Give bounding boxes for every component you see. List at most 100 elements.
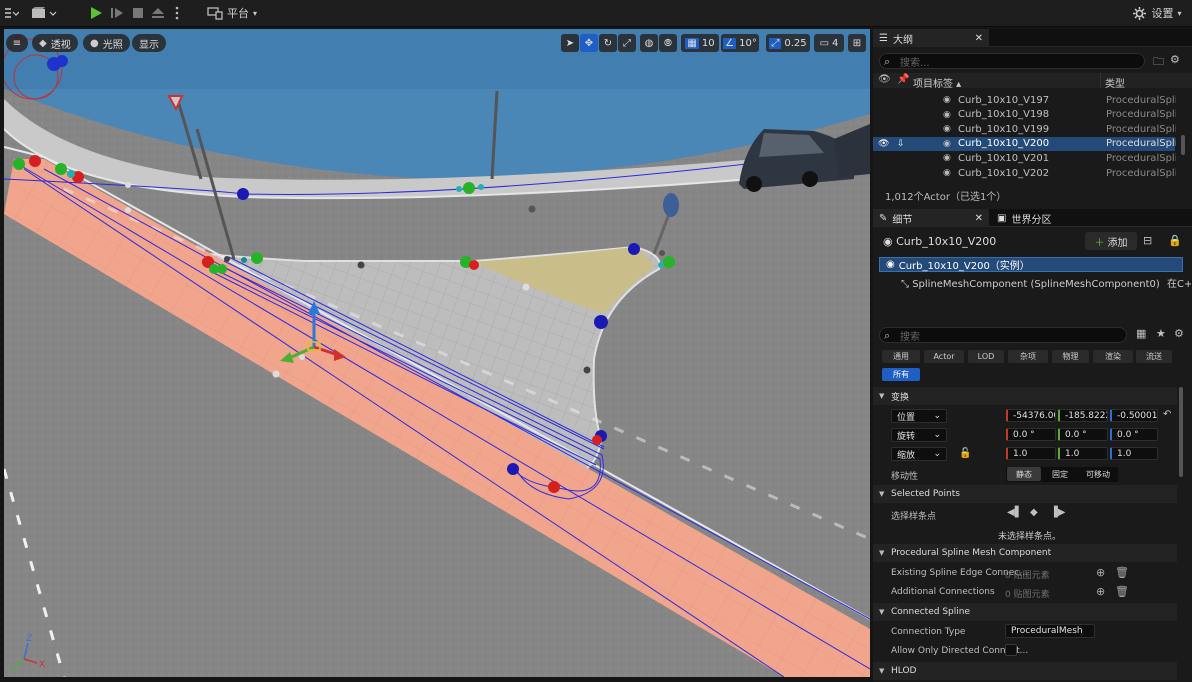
scale-y-field[interactable]: 1.0: [1058, 447, 1108, 460]
unlock-icon[interactable]: 🔓: [959, 448, 971, 459]
details-settings-icon[interactable]: ⚙: [1174, 327, 1184, 340]
allow-directed-checkbox[interactable]: [1005, 644, 1017, 656]
select-arrow-icon[interactable]: ➤: [561, 34, 579, 52]
visibility-icon[interactable]: 👁: [878, 74, 891, 85]
outliner-col-label[interactable]: 项目标签 ▴: [913, 75, 961, 90]
tab-details[interactable]: ✎ 细节 ✕: [873, 209, 989, 227]
section-transform[interactable]: ▼ 变换: [873, 387, 1177, 405]
edit-in-cpp-link[interactable]: 在C++中编辑: [1167, 279, 1191, 290]
add-element-icon[interactable]: ⊕: [1096, 566, 1105, 579]
filter-tab[interactable]: LOD: [968, 350, 1004, 363]
step-icon[interactable]: [108, 3, 126, 23]
lighting-button[interactable]: ● 光照: [83, 34, 130, 52]
location-dropdown[interactable]: 位置 ⌄: [891, 409, 947, 423]
scale-z-field[interactable]: 1.0: [1110, 447, 1158, 460]
filter-tab[interactable]: 通用: [882, 350, 920, 363]
add-component-button[interactable]: ＋ 添加: [1085, 232, 1137, 250]
filter-tab[interactable]: Actor: [924, 350, 964, 363]
angle-snap-button[interactable]: ∠ 10°: [721, 34, 759, 52]
scale-snap-icon: ⤢: [769, 37, 782, 49]
component-root-row[interactable]: ◉ Curb_10x10_V200（实例）: [879, 257, 1183, 272]
scale-snap-button[interactable]: ⤢ 0.25: [766, 34, 810, 52]
section-selected-points[interactable]: ▼ Selected Points: [873, 485, 1177, 503]
more-icon[interactable]: [171, 3, 183, 23]
viewport-menu-button[interactable]: ≡: [6, 34, 28, 52]
mobility-movable-option[interactable]: 可移动: [1079, 467, 1117, 481]
spline-actor-icon: ◉: [943, 109, 951, 120]
scene-render[interactable]: Z Y X: [4, 29, 870, 677]
perspective-button[interactable]: ◆ 透视: [32, 34, 78, 52]
outliner-row[interactable]: ◉ Curb_10x10_V199 ProceduralSpline: [873, 122, 1176, 136]
pin-icon[interactable]: ⇩: [897, 139, 905, 149]
outliner-row[interactable]: 👁 ⇩ ◉ Curb_10x10_V200 ProceduralSpline: [873, 136, 1176, 151]
settings-menu[interactable]: 设置 ▾: [1128, 3, 1186, 23]
location-z-field[interactable]: -0.50001: [1110, 409, 1158, 422]
blueprint-icon[interactable]: ⊟: [1143, 234, 1152, 247]
camera-speed-button[interactable]: ▭ 4: [814, 34, 844, 52]
select-prev-point-icon[interactable]: ◀▌: [1007, 507, 1022, 518]
connection-type-dropdown[interactable]: ProceduralMesh: [1005, 624, 1095, 638]
platform-menu[interactable]: 平台 ▾: [206, 3, 258, 23]
outliner-row[interactable]: ◉ Curb_10x10_V202 ProceduralSpline: [873, 166, 1176, 180]
lock-icon[interactable]: 🔒: [1168, 234, 1182, 247]
select-mode-icon[interactable]: [2, 3, 20, 23]
favorite-star-icon[interactable]: ★: [1156, 327, 1166, 340]
close-icon[interactable]: ✕: [975, 213, 983, 224]
visibility-icon[interactable]: 👁: [878, 139, 889, 149]
section-hlod[interactable]: ▼ HLOD: [873, 662, 1177, 680]
close-icon[interactable]: ✕: [975, 33, 983, 44]
tab-world-partition[interactable]: ▣ 世界分区: [991, 209, 1091, 227]
rotation-z-field[interactable]: 0.0 °: [1110, 428, 1158, 441]
outliner-search-input[interactable]: ⌕ 搜索...: [879, 53, 1145, 69]
outliner-scrollbar[interactable]: [1181, 135, 1185, 155]
world-space-icon[interactable]: ◍: [640, 34, 658, 52]
select-all-points-icon[interactable]: ◆: [1030, 507, 1038, 518]
location-y-field[interactable]: -185.82222: [1058, 409, 1108, 422]
rotate-icon[interactable]: ↻: [599, 34, 617, 52]
layout-icon[interactable]: ⊞: [848, 34, 866, 52]
details-search-input[interactable]: ⌕ 搜索: [879, 327, 1127, 343]
mobility-stationary-option[interactable]: 固定: [1043, 467, 1077, 481]
grid-snap-button[interactable]: ▦ 10: [681, 34, 719, 52]
level-viewport[interactable]: Z Y X ≡ ◆ 透视 ● 光照 显示 ➤ ✥ ↻ ⤢ ◍ ⦾ ▦ 10 ∠ …: [4, 29, 870, 677]
table-view-icon[interactable]: ▦: [1136, 327, 1146, 340]
surface-snap-icon[interactable]: ⦾: [659, 34, 677, 52]
component-row[interactable]: ⤡ SplineMeshComponent (SplineMeshCompone…: [901, 275, 1191, 290]
outliner-settings-icon[interactable]: ⚙: [1170, 53, 1180, 66]
trash-icon[interactable]: 🗑: [1115, 585, 1129, 598]
rotation-dropdown[interactable]: 旋转 ⌄: [891, 428, 947, 442]
stop-icon[interactable]: [129, 3, 147, 23]
scale-dropdown[interactable]: 缩放 ⌄: [891, 447, 947, 461]
filter-tab[interactable]: 渲染: [1093, 350, 1133, 363]
section-procedural-spline[interactable]: ▼ Procedural Spline Mesh Component: [873, 544, 1177, 562]
cinematic-icon[interactable]: [30, 3, 58, 23]
outliner-row[interactable]: ◉ Curb_10x10_V201 ProceduralSpline: [873, 151, 1176, 165]
reset-icon[interactable]: ↶: [1163, 409, 1171, 420]
filter-tab[interactable]: 杂项: [1008, 350, 1048, 363]
pin-icon[interactable]: 📌: [897, 74, 909, 85]
details-scrollbar[interactable]: [1179, 387, 1183, 477]
section-connected-spline[interactable]: ▼ Connected Spline: [873, 603, 1177, 621]
show-button[interactable]: 显示: [132, 34, 166, 52]
rotation-y-field[interactable]: 0.0 °: [1058, 428, 1108, 441]
scale-icon[interactable]: ⤢: [618, 34, 636, 52]
outliner-row[interactable]: ◉ Curb_10x10_V198 ProceduralSpline: [873, 108, 1176, 122]
mobility-static-option[interactable]: 静态: [1007, 467, 1041, 481]
add-element-icon[interactable]: ⊕: [1096, 585, 1105, 598]
filter-tab[interactable]: 物理: [1052, 350, 1089, 363]
location-x-field[interactable]: -54376.004: [1006, 409, 1056, 422]
trash-icon[interactable]: 🗑: [1115, 566, 1129, 579]
scale-x-field[interactable]: 1.0: [1006, 447, 1056, 460]
filter-tab[interactable]: 流送: [1136, 350, 1172, 363]
add-folder-icon[interactable]: 🗀: [1153, 53, 1164, 72]
play-icon[interactable]: [86, 3, 106, 23]
select-next-point-icon[interactable]: ▐▶: [1050, 507, 1065, 518]
filter-tab[interactable]: 所有: [882, 368, 920, 381]
rotation-x-field[interactable]: 0.0 °: [1006, 428, 1056, 441]
outliner-row[interactable]: ◉ Curb_10x10_V197 ProceduralSpline: [873, 93, 1176, 107]
platform-icon: [207, 7, 223, 20]
translate-icon[interactable]: ✥: [580, 34, 598, 52]
outliner-col-type[interactable]: 类型: [1105, 75, 1125, 90]
tab-outliner[interactable]: ☰ 大纲 ✕: [873, 29, 989, 47]
eject-icon[interactable]: [149, 3, 167, 23]
